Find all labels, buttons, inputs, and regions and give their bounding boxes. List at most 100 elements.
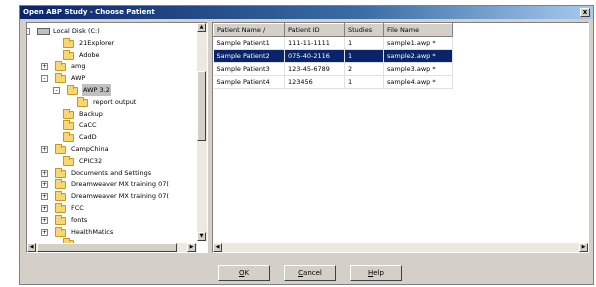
arrow-left-icon: ◀: [29, 244, 34, 250]
arrow-left-icon: ◀: [215, 244, 220, 250]
expand-icon[interactable]: +: [41, 205, 48, 212]
patient-row[interactable]: Sample Patient2 075-40-2116 1 sample2.awp *: [213, 49, 453, 63]
help-button[interactable]: Help: [350, 265, 402, 281]
patient-table: Patient Name / Patient ID Studies File N…: [213, 23, 453, 89]
tree-item[interactable]: + Dreamweaver MX training 07(: [27, 178, 195, 190]
tree-item[interactable]: - AWP: [27, 72, 195, 84]
title-bar[interactable]: Open ABP Study - Choose Patient x: [20, 6, 593, 19]
tree-hscroll-thumb[interactable]: [37, 243, 177, 252]
expand-icon[interactable]: +: [41, 146, 48, 153]
folder-icon: [63, 155, 74, 166]
tree-item[interactable]: CadD: [27, 131, 195, 143]
folder-icon: [77, 96, 88, 107]
arrow-down-icon: ▼: [199, 233, 204, 239]
scroll-up-button[interactable]: ▲: [197, 23, 206, 32]
tree-item-label: Dreamweaver MX training 07(: [71, 192, 169, 201]
arrow-right-icon: ▶: [581, 244, 586, 250]
collapse-icon[interactable]: -: [41, 75, 48, 83]
patient-list[interactable]: Patient Name / Patient ID Studies File N…: [212, 22, 589, 253]
scroll-left-button[interactable]: ◀: [27, 243, 36, 252]
folder-tree[interactable]: -Local Disk (C:)21ExplorerAdobe+amg-AWP-…: [26, 22, 208, 253]
tree-item-label: FCC: [71, 204, 84, 212]
column-header-patient-id[interactable]: Patient ID: [284, 23, 345, 37]
tree-item-label: Adobe: [79, 50, 100, 59]
tree-scroll-thumb[interactable]: [197, 71, 206, 141]
expand-icon[interactable]: +: [41, 181, 48, 189]
disk-icon: [37, 28, 50, 35]
folder-icon: [63, 108, 74, 119]
tree-item[interactable]: Backup: [27, 108, 195, 120]
ok-label: K: [244, 269, 250, 277]
collapse-icon[interactable]: -: [27, 28, 30, 35]
expand-icon[interactable]: +: [41, 63, 48, 71]
tree-item[interactable]: + Documents and Settings: [27, 167, 195, 179]
scroll-down-button[interactable]: ▼: [197, 232, 206, 241]
tree-item-label: amg: [71, 62, 86, 71]
collapse-icon[interactable]: -: [53, 87, 60, 94]
tree-item[interactable]: CPIC32: [27, 155, 195, 167]
list-scroll-right-button[interactable]: ▶: [579, 243, 588, 252]
cell-patient-id: 111-11-1111: [284, 36, 345, 50]
list-scroll-left-button[interactable]: ◀: [213, 243, 222, 252]
expand-icon[interactable]: +: [41, 193, 48, 201]
folder-icon: [55, 179, 66, 190]
tree-item[interactable]: 21Explorer: [27, 37, 195, 49]
cell-studies: 2: [344, 62, 384, 76]
folder-icon: [63, 120, 74, 131]
tree-item[interactable]: + fonts: [27, 214, 195, 226]
patient-row[interactable]: Sample Patient4 123456 1 sample4.awp *: [213, 75, 453, 89]
patient-table-header: Patient Name / Patient ID Studies File N…: [213, 23, 453, 37]
tree-item[interactable]: - Local Disk (C:): [27, 25, 195, 37]
tree-item-label: report output: [93, 97, 137, 106]
tree-item[interactable]: + CampChina: [27, 143, 195, 155]
tree-item[interactable]: report output: [27, 96, 195, 108]
cell-patient-name: Sample Patient1: [213, 36, 285, 50]
scroll-right-button[interactable]: ▶: [187, 243, 196, 252]
tree-vertical-scrollbar[interactable]: ▲ ▼: [197, 23, 207, 241]
cell-file-name: sample4.awp *: [383, 75, 453, 89]
cell-file-name: sample2.awp *: [383, 49, 453, 63]
folder-icon: [55, 214, 66, 225]
column-header-studies[interactable]: Studies: [344, 23, 384, 37]
ok-button[interactable]: OK: [218, 265, 270, 281]
tree-item-label: HealthMatics: [71, 227, 114, 236]
tree-item[interactable]: + FCC: [27, 202, 195, 214]
cell-patient-id: 123-45-6789: [284, 62, 345, 76]
tree-item[interactable]: CaCC: [27, 119, 195, 131]
tree-item[interactable]: Adobe: [27, 49, 195, 61]
patient-row[interactable]: Sample Patient1 111-11-1111 1 sample1.awp *: [213, 36, 453, 50]
cell-studies: 1: [344, 49, 384, 63]
help-label: elp: [373, 269, 384, 277]
column-header-file-name[interactable]: File Name: [383, 23, 453, 37]
cell-patient-name: Sample Patient3: [213, 62, 285, 76]
cell-file-name: sample3.awp *: [383, 62, 453, 76]
column-header-patient-name[interactable]: Patient Name /: [213, 23, 285, 37]
choose-patient-dialog: Open ABP Study - Choose Patient x - Local…: [19, 5, 594, 285]
expand-icon[interactable]: +: [41, 216, 48, 224]
cell-patient-id: 123456: [284, 75, 345, 89]
folder-icon: [63, 49, 74, 60]
tree-item[interactable]: + Dreamweaver MX training 07(: [27, 190, 195, 202]
cell-studies: 1: [344, 36, 384, 50]
tree-item-label: CPIC32: [79, 156, 103, 165]
folder-icon: [55, 61, 66, 72]
open-folder-icon: [67, 85, 78, 95]
tree-item-label: CadD: [79, 133, 97, 142]
cancel-button[interactable]: Cancel: [284, 265, 336, 281]
expand-icon[interactable]: +: [41, 228, 48, 236]
tree-item-label: AWP: [71, 74, 86, 83]
folder-icon: [55, 191, 66, 202]
tree-item-label: fonts: [71, 215, 88, 224]
tree-item-label: AWP 3.2: [82, 84, 111, 96]
folder-icon: [63, 132, 74, 143]
patient-row[interactable]: Sample Patient3 123-45-6789 2 sample3.awp *: [213, 62, 453, 76]
dialog-title: Open ABP Study - Choose Patient: [23, 8, 155, 16]
cell-patient-id: 075-40-2116: [284, 49, 345, 63]
tree-horizontal-scrollbar[interactable]: ◀ ▶: [27, 243, 197, 252]
close-button[interactable]: x: [580, 8, 590, 17]
list-horizontal-scrollbar[interactable]: ◀ ▶: [213, 243, 588, 252]
tree-item[interactable]: + amg: [27, 60, 195, 72]
tree-item[interactable]: - AWP 3.2: [27, 84, 195, 96]
expand-icon[interactable]: +: [41, 169, 48, 177]
tree-item[interactable]: + HealthMatics: [27, 226, 195, 238]
